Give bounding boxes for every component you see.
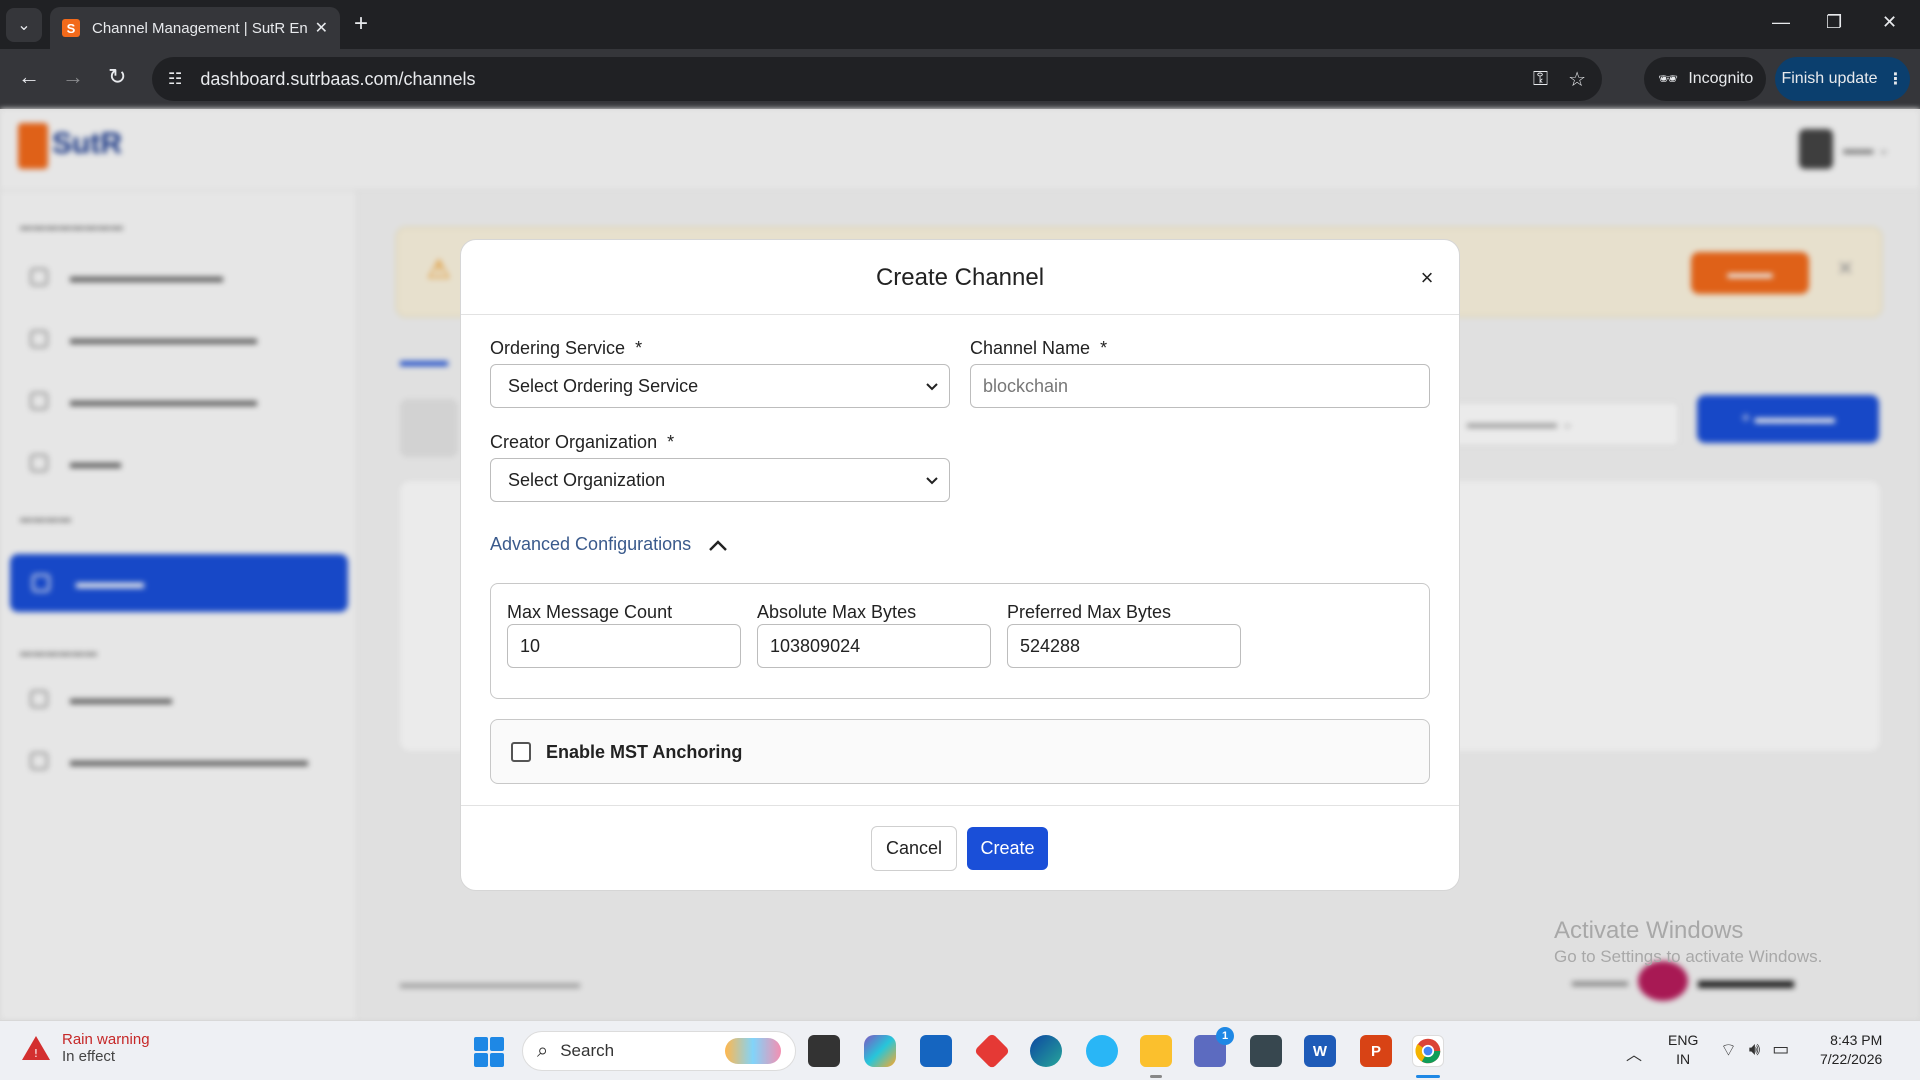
required-mark: * [667, 432, 675, 452]
max-message-count-input[interactable] [507, 624, 741, 668]
clock-date: 7/22/2026 [1820, 1051, 1883, 1067]
store-icon[interactable] [920, 1035, 952, 1067]
browser-tab-strip: ⌄ S Channel Management | SutR En ✕ + — ❐… [0, 0, 1920, 49]
address-bar[interactable]: ☷ dashboard.sutrbaas.com/channels ⚿ ☆ [152, 57, 1602, 101]
watermark-title: Activate Windows [1554, 917, 1744, 944]
teams-badge: 1 [1216, 1027, 1234, 1045]
input-language[interactable]: ENG IN [1668, 1031, 1698, 1069]
creator-organization-label: Creator Organization * [490, 432, 675, 452]
incognito-icon: 🕶 [1658, 71, 1679, 88]
url-text[interactable]: dashboard.sutrbaas.com/channels [200, 69, 1512, 90]
required-mark: * [1100, 338, 1108, 358]
new-tab-button[interactable]: + [354, 12, 368, 36]
close-icon[interactable]: × [1413, 264, 1441, 292]
minimize-icon[interactable]: — [1772, 12, 1790, 33]
channel-name-label: Channel Name * [970, 338, 1108, 358]
bookmark-star-icon[interactable]: ☆ [1568, 67, 1586, 92]
modal-title: Create Channel [875, 264, 1045, 291]
file-explorer-icon[interactable] [1140, 1035, 1172, 1067]
weather-widget[interactable]: ! Rain warning In effect [20, 1031, 150, 1065]
search-highlight-image [725, 1038, 781, 1064]
app-diamond-icon[interactable] [973, 1032, 1011, 1070]
teams-icon[interactable]: 1 [1194, 1027, 1234, 1067]
browser-toolbar: ← → ↻ ☷ dashboard.sutrbaas.com/channels … [0, 49, 1920, 109]
creator-organization-value: Select Organization [508, 469, 666, 490]
back-arrow-icon[interactable]: ← [18, 65, 40, 89]
reload-icon[interactable]: ↻ [108, 65, 126, 89]
finish-update-label: Finish update [1781, 70, 1878, 87]
ordering-service-label: Ordering Service * [490, 338, 643, 358]
chevron-up-icon [709, 539, 727, 551]
max-message-count-label: Max Message Count [507, 602, 673, 622]
volume-icon[interactable]: 🔊︎ [1749, 1039, 1760, 1062]
site-info-icon[interactable]: ☷ [168, 69, 182, 89]
chrome-icon[interactable] [1412, 1035, 1444, 1067]
modal-footer-divider [461, 805, 1459, 806]
system-tray[interactable]: ⌔ 🔊︎ ▭ [1720, 1039, 1789, 1062]
more-vert-icon: ⋮ [1887, 71, 1904, 88]
battery-icon[interactable]: ▭ [1772, 1039, 1789, 1062]
rain-warning-icon: ! [22, 1036, 50, 1060]
active-app-indicator [1416, 1075, 1440, 1078]
weather-app-icon[interactable] [1086, 1035, 1118, 1067]
taskbar-search[interactable]: ⌕ Search [522, 1031, 796, 1071]
edge-icon[interactable] [1030, 1035, 1062, 1067]
absolute-max-bytes-input[interactable] [757, 624, 991, 668]
svg-text:!: ! [34, 1047, 38, 1060]
ordering-service-select[interactable]: Select Ordering Service [490, 364, 950, 408]
tab-title: Channel Management | SutR En [92, 19, 307, 37]
app-terminal-icon[interactable] [1250, 1035, 1282, 1067]
create-channel-modal: Create Channel × Ordering Service * Selec… [460, 239, 1460, 891]
restore-icon[interactable]: ❐ [1826, 12, 1842, 33]
advanced-configurations-toggle[interactable]: Advanced Configurations [490, 534, 729, 555]
clock-time: 8:43 PM [1830, 1032, 1883, 1048]
activate-windows-watermark: Activate Windows Go to Settings to activ… [1554, 917, 1822, 967]
close-window-icon[interactable]: ✕ [1882, 12, 1897, 33]
powerpoint-icon[interactable]: P [1360, 1035, 1392, 1067]
wifi-icon[interactable]: ⌔ [1720, 1039, 1737, 1062]
tab-search-button[interactable]: ⌄ [6, 8, 42, 42]
weather-title: Rain warning [62, 1031, 150, 1048]
incognito-label: Incognito [1688, 70, 1754, 87]
ordering-service-value: Select Ordering Service [508, 375, 699, 396]
chevron-down-icon [926, 383, 938, 391]
browser-tab-active[interactable]: S Channel Management | SutR En ✕ [50, 7, 340, 49]
required-mark: * [635, 338, 643, 358]
preferred-max-bytes-label: Preferred Max Bytes [1007, 602, 1172, 622]
advanced-configurations-label: Advanced Configurations [490, 534, 692, 554]
modal-header: Create Channel × [461, 240, 1459, 315]
advanced-configurations-panel: Max Message Count Absolute Max Bytes Pre… [490, 583, 1430, 699]
password-key-icon[interactable]: ⚿ [1533, 68, 1548, 91]
show-hidden-icons-icon[interactable]: ︿ [1626, 1041, 1642, 1065]
running-indicator [1150, 1075, 1162, 1078]
absolute-max-bytes-label: Absolute Max Bytes [757, 602, 917, 622]
task-view-icon[interactable] [808, 1035, 840, 1067]
chevron-down-icon [926, 477, 938, 485]
enable-mst-anchoring-checkbox[interactable] [511, 742, 531, 762]
watermark-subtitle: Go to Settings to activate Windows. [1554, 947, 1823, 966]
preferred-max-bytes-input[interactable] [1007, 624, 1241, 668]
weather-subtitle: In effect [62, 1048, 116, 1065]
copilot-icon[interactable] [864, 1035, 896, 1067]
taskbar-search-label: Search [560, 1041, 615, 1060]
mst-anchoring-panel: Enable MST Anchoring [490, 719, 1430, 784]
word-icon[interactable]: W [1304, 1035, 1336, 1067]
search-icon: ⌕ [537, 1039, 549, 1062]
start-button[interactable] [474, 1037, 504, 1067]
taskbar: ! Rain warning In effect ⌕ Search 1 W P … [0, 1020, 1920, 1080]
clock[interactable]: 8:43 PM 7/22/2026 [1820, 1031, 1882, 1069]
incognito-indicator[interactable]: 🕶 Incognito [1644, 57, 1766, 101]
creator-organization-select[interactable]: Select Organization [490, 458, 950, 502]
chevron-down-icon: ⌄ [17, 17, 31, 34]
channel-name-input[interactable] [970, 364, 1430, 408]
forward-arrow-icon[interactable]: → [62, 65, 84, 89]
cancel-button[interactable]: Cancel [871, 826, 957, 871]
finish-update-button[interactable]: Finish update ⋮ [1775, 57, 1910, 101]
enable-mst-anchoring-label[interactable]: Enable MST Anchoring [546, 742, 742, 763]
create-button[interactable]: Create [967, 827, 1048, 870]
close-tab-icon[interactable]: ✕ [315, 18, 328, 38]
sutr-favicon-icon: S [62, 19, 80, 37]
